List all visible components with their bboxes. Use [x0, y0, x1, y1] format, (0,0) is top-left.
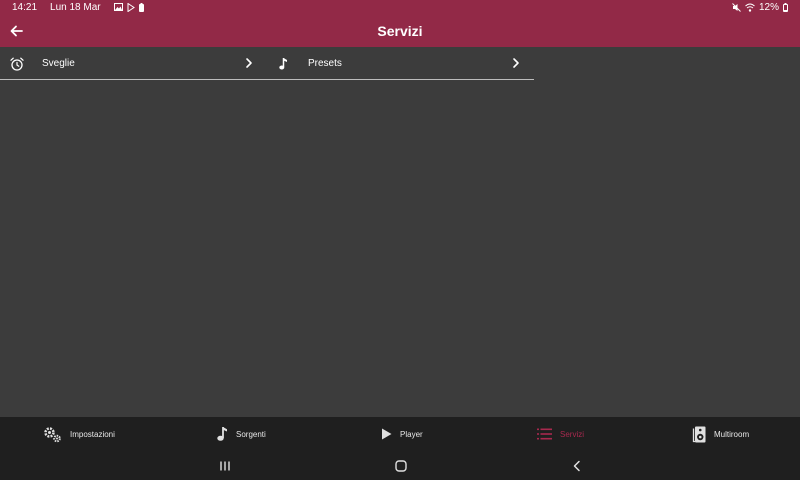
- nav-item-sorgenti[interactable]: Sorgenti: [216, 417, 266, 451]
- nav-item-servizi[interactable]: Servizi: [537, 417, 584, 451]
- service-item-sveglie[interactable]: Sveglie: [10, 48, 260, 79]
- status-bar-left: 14:21 Lun 18 Mar: [12, 1, 144, 13]
- battery-icon: [783, 2, 788, 12]
- nav-item-player[interactable]: Player: [381, 417, 423, 451]
- wifi-icon: [745, 3, 755, 12]
- service-label: Sveglie: [42, 58, 75, 69]
- play-icon: [382, 428, 392, 440]
- bottom-navigation: Impostazioni Sorgenti Player Servizi Mul…: [0, 417, 800, 451]
- status-bar-right: 12%: [732, 1, 788, 13]
- nav-label: Multiroom: [714, 429, 750, 439]
- music-note-icon: [217, 427, 227, 441]
- system-navigation-bar: [0, 451, 800, 480]
- home-icon[interactable]: [394, 459, 408, 473]
- gears-icon: [44, 426, 61, 442]
- gallery-icon: [113, 3, 123, 11]
- nav-label: Player: [400, 429, 423, 439]
- list-icon: [537, 428, 552, 440]
- nav-label: Servizi: [560, 429, 585, 439]
- service-label: Presets: [308, 58, 342, 69]
- service-item-presets[interactable]: Presets: [278, 48, 528, 79]
- nav-label: Impostazioni: [70, 429, 115, 439]
- play-store-icon: [127, 2, 135, 12]
- nav-item-multiroom[interactable]: Multiroom: [691, 417, 749, 451]
- nav-label: Sorgenti: [236, 429, 266, 439]
- status-date: Lun 18 Mar: [50, 1, 101, 13]
- chevron-right-icon[interactable]: [244, 57, 254, 69]
- app-header: 14:21 Lun 18 Mar 12% Servizi: [0, 0, 800, 47]
- speaker-icon: [692, 426, 706, 442]
- services-list: Sveglie Presets: [0, 48, 534, 80]
- alarm-clock-icon: [10, 57, 24, 71]
- mute-icon: [732, 2, 741, 12]
- back-icon[interactable]: [570, 459, 584, 473]
- status-time: 14:21: [12, 1, 38, 13]
- battery-percent: 12%: [758, 1, 779, 13]
- nav-item-impostazioni[interactable]: Impostazioni: [43, 417, 115, 451]
- recent-apps-icon[interactable]: [218, 459, 232, 473]
- chevron-right-icon[interactable]: [511, 57, 521, 69]
- page-title: Servizi: [377, 23, 423, 39]
- music-note-icon: [279, 57, 287, 69]
- battery-small-icon: [138, 2, 144, 12]
